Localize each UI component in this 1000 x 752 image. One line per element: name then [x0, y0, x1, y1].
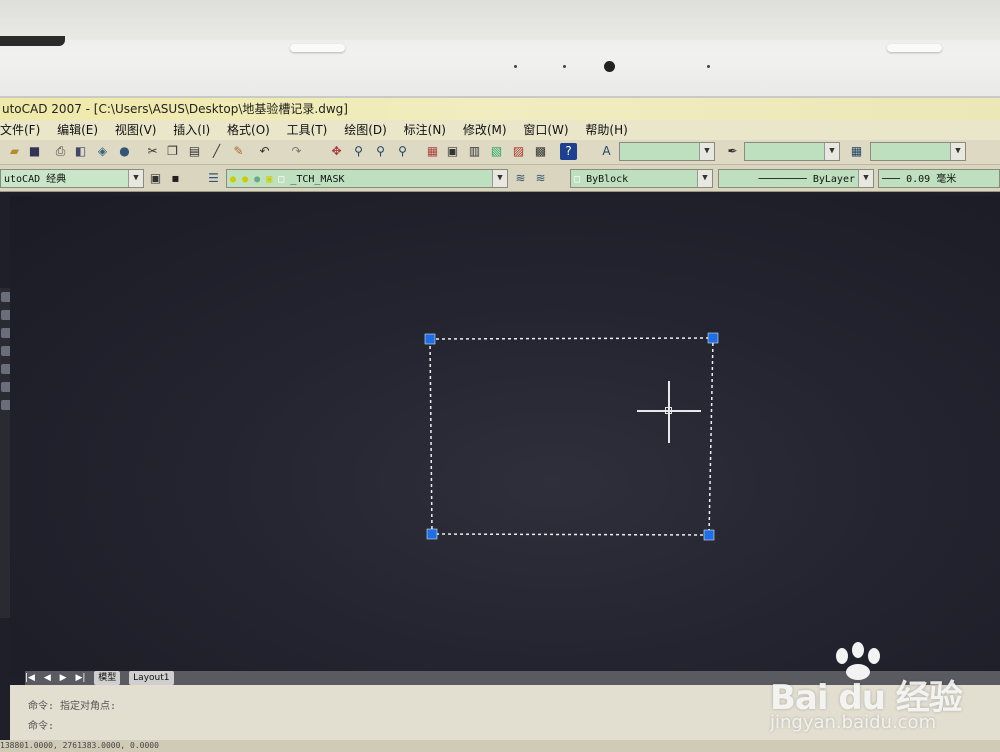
dim-style-select[interactable]: ▼	[744, 142, 840, 161]
lock-icon: ●	[254, 174, 261, 185]
bezel-hinge	[887, 44, 942, 52]
menu-draw[interactable]: 绘图(D)	[344, 120, 387, 140]
webcam	[604, 61, 615, 72]
window-title: utoCAD 2007 - [C:\Users\ASUS\Desktop\地基验…	[2, 102, 348, 116]
lineweight-preview: ───	[882, 174, 901, 185]
layer-previous-icon[interactable]: ≋	[532, 170, 549, 187]
chevron-down-icon: ▼	[950, 143, 965, 160]
pickbox-icon	[665, 407, 672, 414]
standard-toolbar: ▰ ■ ⎙ ◧ ◈ ● ✂ ❐ ▤ ╱ ✎ ↶ ↷ ✥ ⚲ ⚲ ⚲ ▦ ▣ ▥ …	[0, 140, 1000, 165]
make-layer-current-icon[interactable]: ≋	[512, 170, 529, 187]
open-icon[interactable]: ▰	[6, 143, 23, 160]
chevron-down-icon: ▼	[697, 170, 712, 187]
tab-layout1[interactable]: Layout1	[129, 671, 174, 685]
bezel-sensor	[707, 65, 710, 68]
menu-dimension[interactable]: 标注(N)	[404, 120, 446, 140]
zoom-window-icon[interactable]: ⚲	[372, 143, 389, 160]
window-titlebar: utoCAD 2007 - [C:\Users\ASUS\Desktop\地基验…	[0, 98, 1000, 120]
coordinate-readout: 138801.0000, 2761383.0000, 0.0000	[0, 741, 159, 750]
bezel-hinge	[290, 44, 345, 52]
menu-window[interactable]: 窗口(W)	[523, 120, 568, 140]
publish-icon[interactable]: ◈	[94, 143, 111, 160]
bezel-top	[0, 0, 1000, 40]
copy-icon[interactable]: ❐	[164, 143, 181, 160]
menu-format[interactable]: 格式(O)	[227, 120, 270, 140]
paste-icon[interactable]: ▤	[186, 143, 203, 160]
table-style-icon[interactable]: ▦	[848, 143, 865, 160]
light-bulb-icon: ●	[230, 174, 237, 185]
print-layer-icon: ▣	[266, 174, 273, 185]
my-workspace-icon[interactable]: ▪	[167, 170, 184, 187]
menu-insert[interactable]: 插入(I)	[173, 120, 210, 140]
lineweight-label: 0.09 毫米	[906, 174, 957, 185]
drawing-canvas[interactable]	[10, 196, 1000, 674]
watermark: Bai du 经验 jingyan.baidu.com	[770, 640, 1000, 750]
chevron-down-icon: ▼	[824, 143, 839, 160]
chevron-down-icon: ▼	[492, 170, 507, 187]
save-icon[interactable]: ■	[26, 143, 43, 160]
color-swatch-icon: □	[574, 174, 581, 185]
sun-icon: ●	[242, 174, 249, 185]
chevron-down-icon: ▼	[858, 170, 873, 187]
next-tab-icon[interactable]: ▶	[60, 671, 67, 685]
chevron-down-icon: ▼	[128, 170, 143, 187]
text-style-select[interactable]: ▼	[619, 142, 715, 161]
bezel-sensor	[514, 65, 517, 68]
chevron-down-icon: ▼	[699, 143, 714, 160]
layer-name: _TCH_MASK	[290, 174, 345, 185]
prev-tab-icon[interactable]: ◀	[44, 671, 51, 685]
linetype-preview: ────────	[758, 174, 807, 185]
layer-manager-icon[interactable]: ☰	[205, 170, 222, 187]
tool-palettes-icon[interactable]: ▥	[466, 143, 483, 160]
table-style-select[interactable]: ▼	[870, 142, 966, 161]
menu-edit[interactable]: 编辑(E)	[57, 120, 98, 140]
menu-tools[interactable]: 工具(T)	[287, 120, 328, 140]
tab-model[interactable]: 模型	[94, 671, 121, 685]
last-tab-icon[interactable]: ▶|	[75, 671, 85, 685]
bezel-sensor	[563, 65, 566, 68]
text-style-icon[interactable]: A	[598, 143, 615, 160]
lineweight-select[interactable]: ─── 0.09 毫米	[878, 169, 1000, 188]
menu-file[interactable]: 文件(F)	[0, 120, 40, 140]
preview-icon[interactable]: ◧	[72, 143, 89, 160]
layer-color-swatch: □	[278, 174, 285, 185]
zoom-realtime-icon[interactable]: ⚲	[350, 143, 367, 160]
layers-toolbar: utoCAD 经典 ▼ ▣ ▪ ☰ ● ● ● ▣ □ _TCH_MASK ▼ …	[0, 165, 1000, 192]
color-label: ByBlock	[586, 174, 629, 185]
menu-modify[interactable]: 修改(M)	[463, 120, 507, 140]
command-prompt[interactable]: 命令:	[28, 717, 54, 732]
properties-icon[interactable]: ▦	[424, 143, 441, 160]
linetype-select[interactable]: ──────── ByLayer ▼	[718, 169, 874, 188]
block-editor-icon[interactable]: ✎	[230, 143, 247, 160]
zoom-previous-icon[interactable]: ⚲	[394, 143, 411, 160]
layer-select[interactable]: ● ● ● ▣ □ _TCH_MASK ▼	[226, 169, 508, 188]
laptop-bezel	[0, 0, 1000, 100]
color-select[interactable]: □ ByBlock ▼	[570, 169, 713, 188]
design-center-icon[interactable]: ▣	[444, 143, 461, 160]
redo-icon[interactable]: ↷	[288, 143, 305, 160]
first-tab-icon[interactable]: |◀	[25, 671, 35, 685]
workspace-settings-icon[interactable]: ▣	[147, 170, 164, 187]
undo-icon[interactable]: ↶	[256, 143, 273, 160]
help-icon[interactable]: ?	[560, 143, 577, 160]
markup-icon[interactable]: ▨	[510, 143, 527, 160]
pan-icon[interactable]: ✥	[328, 143, 345, 160]
print-icon[interactable]: ⎙	[52, 143, 69, 160]
dim-style-icon[interactable]: ✒	[724, 143, 741, 160]
menu-bar: 文件(F) 编辑(E) 视图(V) 插入(I) 格式(O) 工具(T) 绘图(D…	[0, 120, 1000, 140]
command-history-line: 命令: 指定对角点:	[28, 701, 117, 712]
workspace-label: utoCAD 经典	[4, 174, 67, 185]
menu-view[interactable]: 视图(V)	[115, 120, 157, 140]
bezel-notch	[0, 36, 65, 46]
calculator-icon[interactable]: ▩	[532, 143, 549, 160]
cut-icon[interactable]: ✂	[144, 143, 161, 160]
sheet-set-icon[interactable]: ▧	[488, 143, 505, 160]
menu-help[interactable]: 帮助(H)	[585, 120, 627, 140]
workspace-select[interactable]: utoCAD 经典 ▼	[0, 169, 144, 188]
globe-icon[interactable]: ●	[116, 143, 133, 160]
watermark-url: jingyan.baidu.com	[770, 712, 937, 733]
linetype-label: ByLayer	[812, 174, 855, 185]
match-properties-icon[interactable]: ╱	[208, 143, 225, 160]
